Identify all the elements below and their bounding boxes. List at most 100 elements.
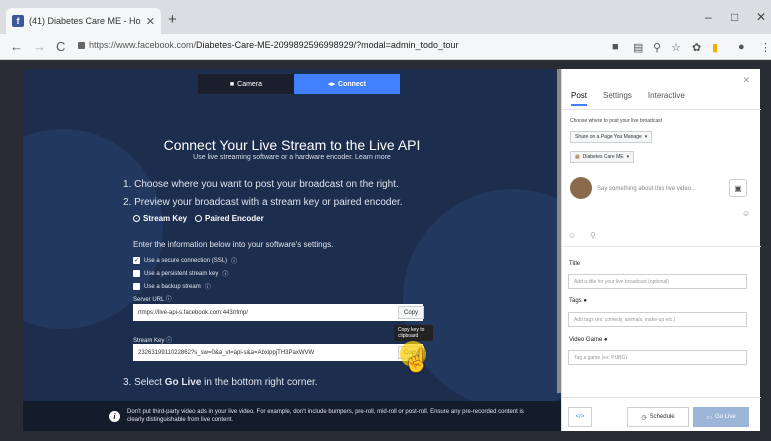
stream-key-field[interactable]: 2326319911022862?s_sw=0&a_vt=api-s&a=Abx… [133, 344, 423, 361]
go-live-button-label: Go Live [714, 414, 736, 420]
page-avatar-icon: ▦ [575, 154, 580, 160]
copy-server-url-button[interactable]: Copy [398, 306, 424, 319]
info-icon: ⓘ [222, 272, 229, 278]
reload-icon[interactable]: C [56, 39, 65, 54]
camera-button[interactable]: ■ Camera [198, 74, 294, 94]
stream-key-value: 2326319911022862?s_sw=0&a_vt=api-s&a=Abx… [138, 349, 315, 356]
account-icon[interactable]: ● [738, 41, 745, 53]
share-location-dropdown[interactable]: Share on a Page You Manage ▾ [570, 131, 653, 143]
location-icon[interactable]: ⚲ [590, 231, 596, 240]
checkbox-empty-icon [133, 270, 140, 277]
modal-subtitle: Use live streaming software or a hardwar… [193, 154, 391, 161]
modal-footer: i Don't put third-party video ads in you… [23, 401, 561, 431]
menu-icon[interactable]: ⋮ [760, 41, 771, 54]
step-1-text: 1. Choose where you want to post your br… [123, 179, 399, 190]
post-settings-panel: ✕ Post Settings Interactive Choose where… [561, 69, 761, 431]
emoji-icon[interactable]: ☺ [742, 209, 750, 218]
live-icon: ▭ [706, 414, 712, 421]
info-icon: ⓘ [204, 285, 211, 291]
zoom-icon[interactable]: ⚲ [653, 41, 661, 54]
schedule-button-label: Schedule [649, 414, 675, 420]
persistent-key-checkbox[interactable]: Use a persistent stream key ⓘ [133, 269, 228, 278]
translate-icon[interactable]: ▤ [633, 41, 643, 54]
post-description-input[interactable]: Say something about this live video... [597, 186, 696, 192]
server-url-field[interactable]: rtmps://live-api-s.facebook.com:443/rtmp… [133, 304, 423, 321]
tags-label: Tags ● [569, 298, 587, 304]
stream-key-radio[interactable]: Stream Key [133, 214, 187, 223]
checkmark-icon: ✓ [133, 257, 140, 264]
embed-code-button[interactable]: </> [568, 407, 592, 427]
step-2-text: 2. Preview your broadcast with a stream … [123, 197, 403, 208]
tags-input[interactable]: Add tags (ex: comedy, animals, make-up e… [568, 312, 747, 327]
info-icon: i [109, 410, 120, 422]
camera-extension-icon[interactable]: ■ [612, 41, 619, 53]
extension-badge-icon[interactable]: ▮ [712, 41, 718, 54]
feeling-icon[interactable]: ☺ [568, 231, 576, 240]
connect-button[interactable]: ◂▸ Connect [294, 74, 400, 94]
avatar [570, 177, 592, 199]
hand-cursor-icon: ☝ [403, 348, 431, 373]
browser-tab[interactable]: f (41) Diabetes Care ME - Home ✕ [6, 8, 161, 34]
enter-info-text: Enter the information below into your so… [133, 240, 334, 249]
chevron-down-icon: ▾ [644, 134, 648, 140]
stream-settings-panel: Stream Key Paired Encoder Enter the info… [128, 214, 433, 373]
photo-icon[interactable]: ▣ [729, 179, 747, 197]
tab-settings[interactable]: Settings [603, 91, 632, 106]
stream-key-radio-label: Stream Key [143, 214, 188, 223]
close-window-button[interactable]: ✕ [756, 10, 766, 24]
browser-tab-bar: f (41) Diabetes Care ME - Home ✕ + – □ ✕ [0, 0, 771, 34]
video-game-input[interactable]: Tag a game (ex: PUBG) [568, 350, 747, 365]
extension-icon[interactable]: ✿ [692, 41, 701, 54]
title-label: Title [569, 261, 581, 267]
tab-post[interactable]: Post [571, 91, 588, 106]
maximize-button[interactable]: □ [731, 10, 738, 24]
checkbox-empty-icon [133, 283, 140, 290]
go-live-button[interactable]: ▭ Go Live [693, 407, 749, 427]
minimize-button[interactable]: – [705, 10, 712, 24]
divider [562, 109, 761, 110]
url-path: Diabetes-Care-ME-2099892596998929/?modal… [196, 40, 459, 50]
server-url-label: Server URL ⓘ [133, 297, 172, 303]
divider [562, 246, 761, 247]
camera-button-label: Camera [237, 80, 263, 88]
close-icon[interactable]: ✕ [742, 75, 750, 86]
server-url-value: rtmps://live-api-s.facebook.com:443/rtmp… [138, 309, 249, 316]
forward-icon[interactable]: → [33, 39, 46, 54]
url-prefix: https://www.facebook.com/ [89, 40, 197, 50]
tags-label-text: Tags [569, 298, 582, 304]
step-3-suffix: in the bottom right corner. [201, 377, 318, 388]
tab-interactive[interactable]: Interactive [648, 91, 685, 106]
panel-tabs: Post Settings Interactive [571, 91, 685, 106]
url-field[interactable]: https://www.facebook.com/Diabetes-Care-M… [78, 40, 458, 50]
page-dropdown-value: Diabetes Care ME [582, 154, 624, 160]
radio-unselected-icon [195, 215, 203, 223]
copy-tooltip: Copy key to clipboard [394, 325, 433, 341]
page-dropdown[interactable]: ▦ Diabetes Care ME ▾ [570, 151, 635, 163]
title-input[interactable]: Add a title for your live broadcast (opt… [568, 274, 747, 289]
step-3-text: 3. Select Go Live in the bottom right co… [123, 377, 318, 388]
info-icon: ● [603, 337, 608, 343]
ssl-checkbox-label: Use a secure connection (SSL) [144, 257, 228, 264]
ssl-checkbox[interactable]: ✓ Use a secure connection (SSL) ⓘ [133, 256, 237, 265]
new-tab-button[interactable]: + [168, 11, 177, 28]
live-api-modal: ■ Camera ◂▸ Connect Connect Your Live St… [23, 69, 561, 431]
schedule-button[interactable]: ◷ Schedule [627, 407, 689, 427]
tab-title: (41) Diabetes Care ME - Home [29, 16, 141, 26]
divider [562, 397, 761, 398]
back-icon[interactable]: ← [10, 39, 23, 54]
close-tab-icon[interactable]: ✕ [146, 15, 155, 28]
footer-notice: Don't put third-party video ads in your … [127, 409, 524, 423]
radio-selected-icon [133, 215, 140, 223]
choose-post-location-label: Choose where to post your live broadcast [570, 118, 662, 124]
camera-icon: ■ [229, 80, 235, 88]
video-game-label: Video Game ● [569, 337, 608, 343]
info-icon: ⓘ [231, 259, 238, 265]
backup-stream-checkbox-label: Use a backup stream [144, 283, 201, 290]
lock-icon [78, 41, 85, 49]
facebook-icon: f [12, 15, 24, 27]
chevron-down-icon: ▾ [626, 154, 630, 160]
paired-encoder-radio[interactable]: Paired Encoder [195, 214, 264, 223]
step-3-prefix: 3. Select [123, 377, 165, 388]
backup-stream-checkbox[interactable]: Use a backup stream ⓘ [133, 282, 211, 291]
bookmark-star-icon[interactable]: ☆ [671, 41, 681, 54]
